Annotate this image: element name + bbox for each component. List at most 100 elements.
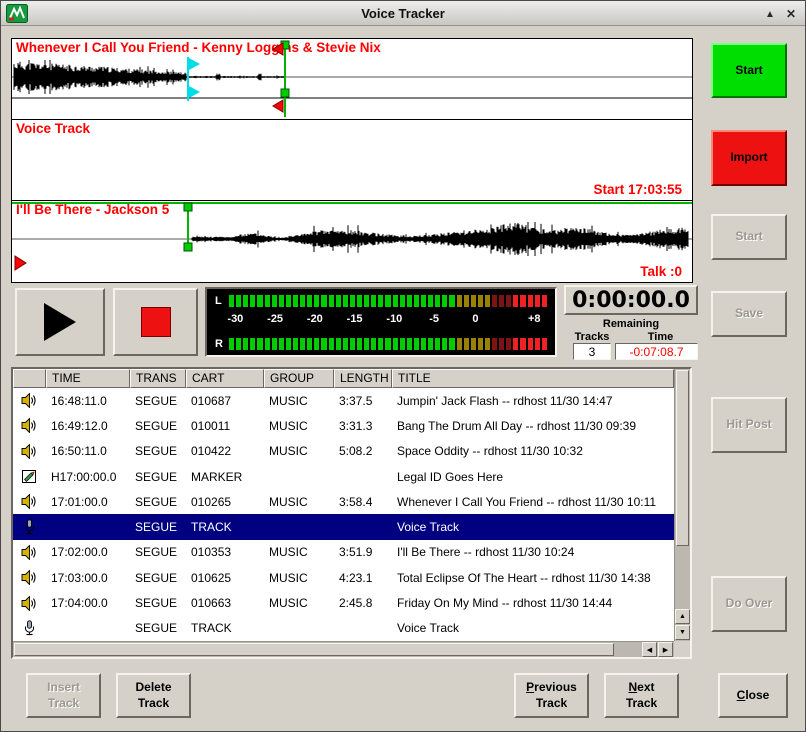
horizontal-scrollbar[interactable]: ◀ ▶ (13, 641, 674, 657)
meter-segment (378, 295, 383, 307)
scroll-up-icon[interactable]: ▲ (675, 609, 690, 624)
log-cell-trans: SEGUE (130, 616, 186, 641)
import-button[interactable]: Import (711, 130, 787, 186)
log-cell-length (334, 616, 392, 641)
log-cell-time: 17:04:00.0 (46, 590, 130, 615)
log-cell-cart: 010011 (186, 413, 264, 438)
log-cell-time: 16:50:11.0 (46, 439, 130, 464)
log-cell-length: 3:51.9 (334, 540, 392, 565)
speaker-icon (13, 413, 46, 438)
log-cell-title: Jumpin' Jack Flash -- rdhost 11/30 14:47 (392, 388, 674, 413)
remaining-time-label: Time (623, 331, 698, 343)
meter-segment (421, 295, 426, 307)
mic-icon (13, 616, 46, 641)
meter-scale-tick: -20 (307, 313, 323, 325)
maximize-icon[interactable]: ▲ (762, 6, 778, 22)
scroll-right-icon[interactable]: ▶ (658, 642, 673, 657)
meter-scale-tick: +8 (528, 313, 541, 325)
meter-segment (528, 338, 533, 350)
scroll-left-icon[interactable]: ◀ (642, 642, 657, 657)
button-label: Start (735, 229, 762, 245)
meter-segment (542, 295, 547, 307)
meter-scale-tick: -25 (267, 313, 283, 325)
log-cell-length: 3:58.4 (334, 489, 392, 514)
button-label: Track (138, 696, 169, 712)
log-row[interactable]: 17:04:00.0SEGUE010663MUSIC2:45.8Friday O… (13, 590, 674, 615)
previous-track-button[interactable]: Previous Track (514, 673, 589, 718)
log-cell-cart: 010265 (186, 489, 264, 514)
hit-post-button[interactable]: Hit Post (711, 397, 787, 453)
insert-track-button[interactable]: Insert Track (26, 673, 101, 718)
meter-segment (243, 338, 248, 350)
stop-button[interactable] (113, 288, 198, 356)
close-icon[interactable]: ✕ (783, 6, 799, 22)
vertical-scrollbar-thumb[interactable] (676, 370, 689, 546)
meter-segment (286, 338, 291, 350)
meter-segment (321, 338, 326, 350)
log-row[interactable]: SEGUETRACKVoice Track (13, 616, 674, 641)
log-row[interactable]: 16:49:12.0SEGUE010011MUSIC3:31.3Bang The… (13, 413, 674, 438)
log-cell-title: Voice Track (392, 514, 674, 539)
delete-track-button[interactable]: Delete Track (116, 673, 191, 718)
waveform-canvas[interactable] (12, 39, 692, 119)
meter-scale: -30-25-20-15-10-50+8 (229, 313, 547, 329)
log-cell-time: 17:01:00.0 (46, 489, 130, 514)
meter-segment (257, 338, 262, 350)
meter-segment (471, 295, 476, 307)
meter-segment (279, 338, 284, 350)
log-row[interactable]: 17:02:00.0SEGUE010353MUSIC3:51.9I'll Be … (13, 540, 674, 565)
meter-segment (499, 338, 504, 350)
start-record-button[interactable]: Start (711, 43, 787, 98)
log-cell-title: Legal ID Goes Here (392, 464, 674, 489)
play-button[interactable] (15, 288, 105, 356)
button-label: Next (628, 680, 654, 696)
log-row[interactable]: 17:03:00.0SEGUE010625MUSIC4:23.1Total Ec… (13, 565, 674, 590)
meter-segment (364, 338, 369, 350)
meter-segment (428, 295, 433, 307)
meter-segment (336, 338, 341, 350)
meter-segment (350, 338, 355, 350)
log-list: TIMETRANSCARTGROUPLENGTHTITLE 16:48:11.0… (11, 367, 692, 659)
meter-segment (279, 295, 284, 307)
waveform-panel-outgoing[interactable]: Whenever I Call You Friend - Kenny Loggi… (12, 39, 692, 120)
horizontal-scrollbar-thumb[interactable] (14, 643, 614, 656)
scroll-down-icon[interactable]: ▼ (675, 625, 690, 640)
waveform-canvas[interactable] (12, 201, 692, 281)
log-cell-length: 4:23.1 (334, 565, 392, 590)
speaker-icon (13, 439, 46, 464)
close-button[interactable]: Close (718, 673, 788, 718)
button-label: Insert (47, 680, 80, 696)
log-header-length: LENGTH (334, 369, 392, 388)
start-play-button[interactable]: Start (711, 214, 787, 260)
meter-row-left: L (215, 294, 547, 307)
marker-icon (13, 464, 46, 489)
waveform-canvas[interactable] (12, 120, 692, 200)
vertical-scrollbar[interactable]: ▲ ▼ (674, 369, 690, 641)
log-row[interactable]: 16:48:11.0SEGUE010687MUSIC3:37.5Jumpin' … (13, 388, 674, 413)
button-label: Do Over (726, 596, 773, 612)
log-cell-trans: SEGUE (130, 439, 186, 464)
log-row[interactable]: SEGUETRACKVoice Track (13, 514, 674, 539)
log-cell-group (264, 616, 334, 641)
meter-segment (371, 295, 376, 307)
meter-segment (414, 295, 419, 307)
meter-segment (314, 295, 319, 307)
do-over-button[interactable]: Do Over (711, 576, 787, 632)
waveform-panel-voicetrack[interactable]: Voice Track Start 17:03:55 (12, 120, 692, 201)
log-row[interactable]: 16:50:11.0SEGUE010422MUSIC5:08.2Space Od… (13, 439, 674, 464)
log-row[interactable]: 17:01:00.0SEGUE010265MUSIC3:58.4Whenever… (13, 489, 674, 514)
log-cell-group: MUSIC (264, 590, 334, 615)
meter-segment (442, 295, 447, 307)
log-cell-trans: SEGUE (130, 489, 186, 514)
waveform-panel-incoming[interactable]: I'll Be There - Jackson 5 Talk :0 (12, 201, 692, 282)
log-cell-trans: SEGUE (130, 565, 186, 590)
save-button[interactable]: Save (711, 291, 787, 337)
meter-segment (407, 295, 412, 307)
meter-segment (357, 338, 362, 350)
voice-tracker-window: Voice Tracker ▲ ✕ Whenever I Call You Fr… (0, 0, 806, 732)
titlebar[interactable]: Voice Tracker ▲ ✕ (1, 1, 805, 26)
meter-segment (250, 338, 255, 350)
next-track-button[interactable]: Next Track (604, 673, 679, 718)
meter-segment (528, 295, 533, 307)
log-row[interactable]: H17:00:00.0SEGUEMARKERLegal ID Goes Here (13, 464, 674, 489)
